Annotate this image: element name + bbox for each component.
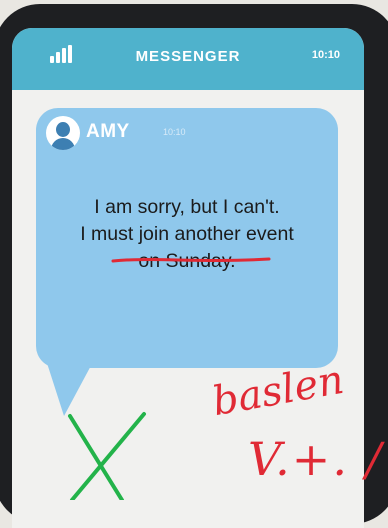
red-handwriting-bottom: V.+. / — [248, 432, 384, 486]
sender-name: AMY — [86, 121, 130, 142]
message-bubble[interactable]: AMY 10:10 I am sorry, but I can't. I mus… — [36, 108, 338, 368]
user-avatar-icon — [46, 116, 80, 150]
green-x-mark — [68, 412, 146, 500]
red-underline-mark — [111, 257, 271, 263]
app-header: MESSENGER 10:10 — [12, 28, 364, 90]
message-time: 10:10 — [163, 127, 186, 137]
status-clock: 10:10 — [311, 49, 340, 61]
message-line-1: I am sorry, but I can't. — [94, 196, 280, 218]
message-line-2: I must join another event — [80, 223, 294, 245]
